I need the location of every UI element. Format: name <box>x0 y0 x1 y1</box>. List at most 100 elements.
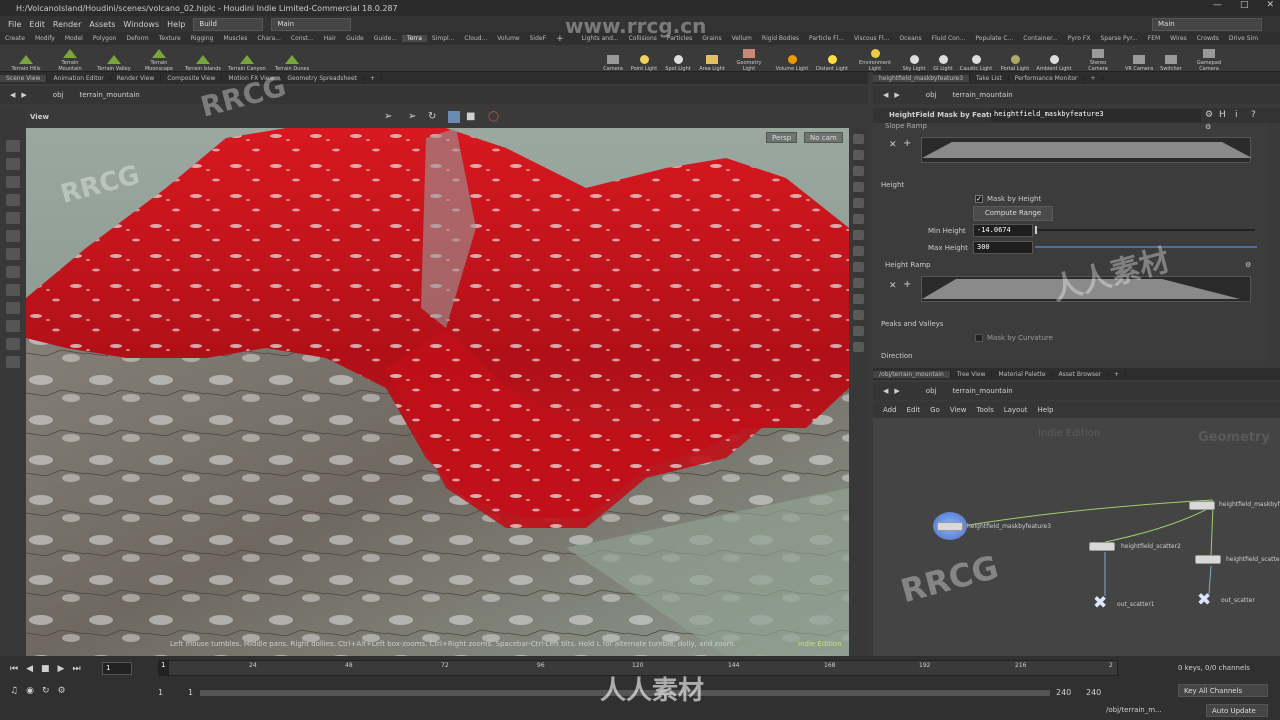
tab-performance-monitor[interactable]: Performance Monitor <box>1009 74 1085 82</box>
switcher-tool[interactable]: Switcher <box>1156 45 1186 72</box>
max-height-field[interactable]: 300 <box>973 241 1033 254</box>
question-icon[interactable]: ? <box>1251 110 1256 120</box>
shelf-tab-terrain[interactable]: Terra <box>402 35 427 42</box>
menu-render[interactable]: Render <box>53 20 81 29</box>
play-icon[interactable]: ▶ <box>58 664 65 674</box>
area-light-tool[interactable]: Area Light <box>696 45 728 72</box>
shelf-tab[interactable]: SideF <box>525 35 551 42</box>
camera-icon[interactable] <box>6 338 20 350</box>
terrain-mountain-tool[interactable]: Terrain Mountain <box>50 45 90 72</box>
net-menu-view[interactable]: View <box>950 406 967 414</box>
tab-take-list[interactable]: Take List <box>970 74 1009 82</box>
terrain-dunes-tool[interactable]: Terrain Dunes <box>271 45 313 72</box>
ambient-light-tool[interactable]: Ambient Light <box>1034 45 1074 72</box>
range-start[interactable]: 1 <box>158 688 163 697</box>
min-height-field[interactable]: -14.0674 <box>973 224 1033 237</box>
delete-point-icon[interactable]: ✕ <box>889 281 897 291</box>
mask-by-curvature-checkbox[interactable] <box>975 334 983 342</box>
menu-edit[interactable]: Edit <box>29 20 45 29</box>
distant-light-tool[interactable]: Distant Light <box>814 45 850 72</box>
back-icon[interactable]: ◀ <box>883 91 888 99</box>
node-heightfield-maskbyfeature3[interactable] <box>937 522 963 531</box>
shelf-tab[interactable]: Rigging <box>186 35 219 42</box>
desktop-main-right-select[interactable]: Main <box>1152 17 1262 31</box>
tab-scene-view[interactable]: Scene View <box>0 74 48 82</box>
shelf-tab[interactable]: Const... <box>286 35 319 42</box>
jump-end-icon[interactable]: ⏭ <box>72 664 80 674</box>
stop-icon[interactable]: ■ <box>41 664 50 674</box>
terrain-moonscape-tool[interactable]: Terrain Moonscape <box>138 45 180 72</box>
point-light-tool[interactable]: Point Light <box>628 45 660 72</box>
lighting-icon[interactable] <box>852 214 864 224</box>
view-icon[interactable] <box>6 248 20 260</box>
shelf-tab[interactable]: Crowds <box>1192 35 1224 42</box>
vr-camera-tool[interactable]: VR Camera <box>1122 45 1156 72</box>
shelf-tab[interactable]: Create <box>0 35 30 42</box>
pose-icon[interactable] <box>6 194 20 206</box>
key-all-channels-button[interactable]: Key All Channels <box>1178 684 1268 697</box>
terrain-canyon-tool[interactable]: Terrain Canyon <box>227 45 267 72</box>
gi-light-tool[interactable]: GI Light <box>930 45 956 72</box>
close-icon[interactable]: ✕ <box>1266 0 1274 10</box>
net-menu-go[interactable]: Go <box>930 406 940 414</box>
gear-icon[interactable]: ⚙ <box>1205 110 1213 120</box>
path-obj[interactable]: obj <box>53 91 64 99</box>
menu-assets[interactable]: Assets <box>89 20 115 29</box>
tab-network[interactable]: /obj/terrain_mountain <box>873 370 951 378</box>
node-heightfield-maskbyfeature[interactable] <box>1189 501 1215 510</box>
audio-icon[interactable]: ♫ <box>10 686 18 696</box>
menu-help[interactable]: Help <box>167 20 185 29</box>
camera-menu[interactable]: No cam <box>804 132 843 143</box>
forward-icon[interactable]: ▶ <box>21 91 26 99</box>
net-menu-tools[interactable]: Tools <box>976 406 993 414</box>
sphere-icon[interactable] <box>852 198 864 208</box>
add-tab-icon[interactable]: + <box>364 74 383 82</box>
tab-parameters[interactable]: heightfield_maskbyfeature3 <box>873 74 971 82</box>
menu-windows[interactable]: Windows <box>123 20 159 29</box>
path-node[interactable]: terrain_mountain <box>952 387 1012 395</box>
shelf-tab[interactable]: Guide <box>341 35 369 42</box>
forward-icon[interactable]: ▶ <box>894 91 899 99</box>
playback-start[interactable]: 1 <box>188 688 193 697</box>
compute-range-button[interactable]: Compute Range <box>973 206 1053 221</box>
shelf-tab[interactable]: FEM <box>1143 35 1165 42</box>
sky-light-tool[interactable]: Sky Light <box>898 45 930 72</box>
stereo-camera-tool[interactable]: Stereo Camera <box>1080 45 1116 72</box>
net-menu-add[interactable]: Add <box>883 406 897 414</box>
help-icon[interactable]: H <box>1219 110 1226 120</box>
path-obj[interactable]: obj <box>926 91 937 99</box>
shelf-tab[interactable]: Volume <box>492 35 524 42</box>
node-name-field[interactable]: heightfield_maskbyfeature3 <box>991 109 1201 122</box>
net-menu-layout[interactable]: Layout <box>1004 406 1028 414</box>
shelf-tab[interactable]: Modify <box>30 35 60 42</box>
play-reverse-icon[interactable]: ◀ <box>26 664 33 674</box>
move-tool-icon[interactable]: ➢ <box>408 111 416 122</box>
null-node-icon[interactable]: ✖ <box>1093 593 1107 613</box>
add-tab-icon[interactable]: + <box>1085 74 1103 82</box>
minimize-icon[interactable]: — <box>1213 0 1222 10</box>
shelf-tab[interactable]: Vellum <box>727 35 757 42</box>
select-tool-icon[interactable]: ➢ <box>384 111 392 122</box>
measure-icon[interactable] <box>6 284 20 296</box>
auto-update-select[interactable]: Auto Update <box>1206 704 1268 717</box>
guides-icon[interactable] <box>852 310 864 320</box>
add-tab-icon[interactable]: + <box>1108 370 1127 378</box>
terrain-islands-tool[interactable]: Terrain Islands <box>183 45 223 72</box>
record-icon[interactable]: ◯ <box>488 111 499 122</box>
desktop-build-select[interactable]: Build <box>193 17 264 31</box>
tab-geometry-spreadsheet[interactable]: Geometry Spreadsheet <box>281 74 364 82</box>
tab-asset-browser[interactable]: Asset Browser <box>1053 370 1109 378</box>
shading-icon[interactable] <box>852 182 864 192</box>
scene-viewport[interactable]: Persp No cam Indie Edition <box>26 128 849 656</box>
wireframe-icon[interactable] <box>852 150 864 160</box>
text-icon[interactable] <box>852 326 864 336</box>
caustic-light-tool[interactable]: Caustic Light <box>958 45 994 72</box>
add-point-icon[interactable]: + <box>903 138 911 149</box>
geometry-light-tool[interactable]: Geometry Light <box>732 45 766 72</box>
back-icon[interactable]: ◀ <box>10 91 15 99</box>
transform-icon[interactable] <box>6 158 20 170</box>
perspective-menu[interactable]: Persp <box>766 132 798 143</box>
tab-material-palette[interactable]: Material Palette <box>992 370 1053 378</box>
normals-icon[interactable] <box>852 278 864 288</box>
handle-icon[interactable] <box>6 176 20 188</box>
